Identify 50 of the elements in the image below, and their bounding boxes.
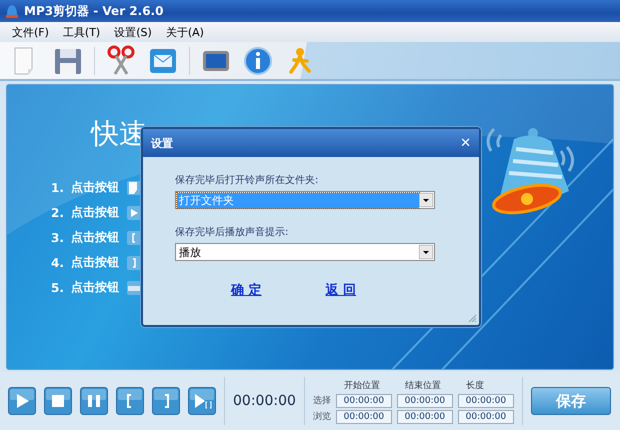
button-icon <box>127 256 141 270</box>
step-number: 4. <box>51 256 63 270</box>
step-text: 点击按钮 <box>71 279 119 296</box>
row-label: 浏览 <box>312 410 331 423</box>
time-field[interactable]: 00:00:00 <box>396 394 453 408</box>
menu-item[interactable]: 设置(S) <box>114 24 152 40</box>
dropdown-arrow-icon[interactable] <box>419 193 433 207</box>
mark-start-button[interactable] <box>116 387 144 415</box>
step-text: 点击按钮 <box>71 204 119 221</box>
button-icon <box>127 206 141 220</box>
info-icon[interactable] <box>242 44 274 76</box>
play-button[interactable] <box>8 387 36 415</box>
button-icon <box>127 180 141 194</box>
menu-item[interactable]: 工具(T) <box>62 24 100 40</box>
close-button[interactable]: ✕ <box>460 136 471 150</box>
bell-icon <box>4 2 20 20</box>
pause-button[interactable] <box>80 387 108 415</box>
dialog-link[interactable]: 确 定 <box>231 281 262 299</box>
menu-item[interactable]: 关于(A) <box>166 24 204 40</box>
column-header: 长度 <box>464 380 485 392</box>
dialog-title: 设置 <box>151 136 173 150</box>
button-icon <box>127 230 141 244</box>
stop-button[interactable] <box>44 387 72 415</box>
time-field[interactable]: 00:00:00 <box>336 410 392 424</box>
step-text: 点击按钮 <box>71 179 119 196</box>
resize-grip-icon <box>467 313 477 323</box>
step-text: 点击按钮 <box>71 229 119 246</box>
step-number: 5. <box>51 280 63 294</box>
dropdown-arrow-icon[interactable] <box>419 245 433 259</box>
time-field[interactable]: 00:00:00 <box>396 410 453 424</box>
column-header: 开始位置 <box>342 380 381 392</box>
time-field[interactable]: 00:00:00 <box>336 394 392 408</box>
time-field[interactable]: 00:00:00 <box>458 394 514 408</box>
dialog-link[interactable]: 返 回 <box>326 281 356 299</box>
mark-end-button[interactable] <box>152 387 180 415</box>
field-label: 保存完毕后播放声音提示: <box>175 226 290 239</box>
step-text: 点击按钮 <box>71 254 119 271</box>
menu-item[interactable]: 文件(F) <box>12 24 49 40</box>
time-field[interactable]: 00:00:00 <box>458 410 514 424</box>
window-title: MP3剪切器 - Ver 2.6.0 <box>24 2 164 20</box>
row-label: 选择 <box>312 394 331 407</box>
step-number: 3. <box>51 230 63 244</box>
dropdown-field[interactable]: 播放 <box>175 243 435 261</box>
field-label: 保存完毕后打开铃声所在文件夹: <box>175 174 320 187</box>
play-selection-button[interactable] <box>188 387 216 415</box>
step-number: 1. <box>51 180 63 194</box>
scissors-icon[interactable] <box>105 44 137 76</box>
time-display: 00:00:00 <box>233 393 296 409</box>
column-header: 结束位置 <box>404 380 442 392</box>
step-number: 2. <box>51 206 63 220</box>
